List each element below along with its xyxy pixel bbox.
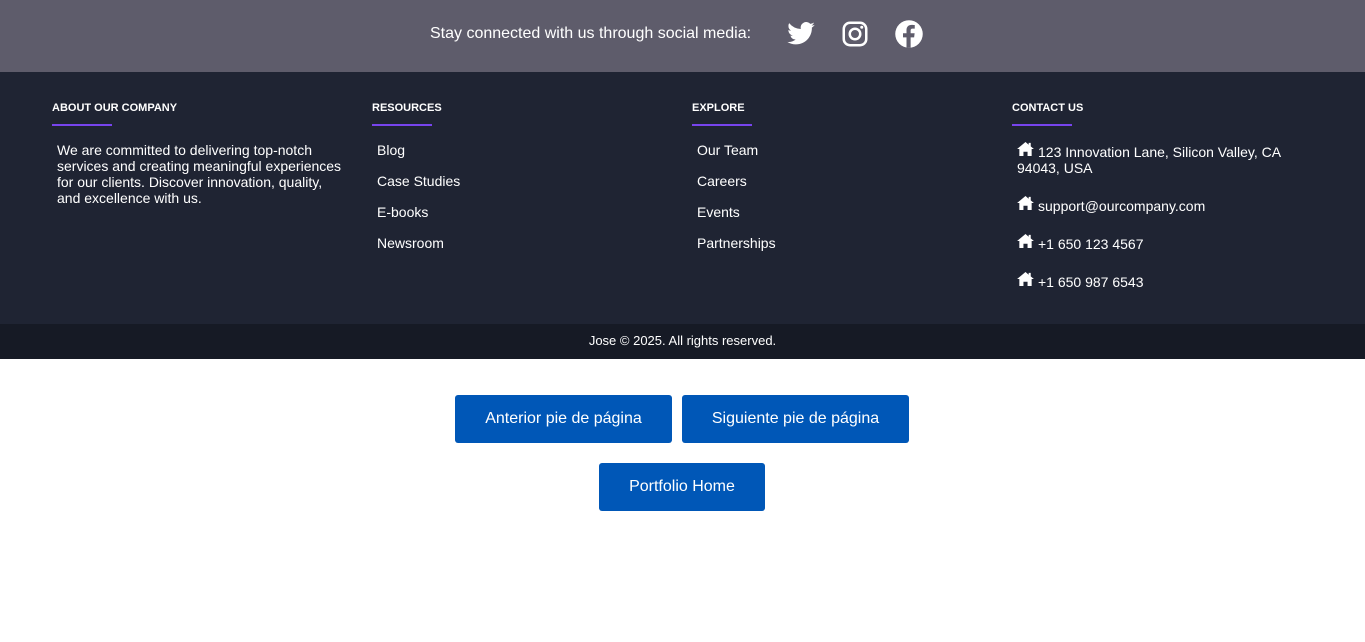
copyright-bar: Jose © 2025. All rights reserved. xyxy=(0,324,1365,359)
resources-underline xyxy=(372,124,432,126)
explore-link-careers[interactable]: Careers xyxy=(697,173,747,189)
explore-link-our-team[interactable]: Our Team xyxy=(697,142,758,158)
contact-phone-2-text: +1 650 987 6543 xyxy=(1038,274,1144,290)
resources-link-newsroom[interactable]: Newsroom xyxy=(377,235,444,251)
social-text: Stay connected with us through social me… xyxy=(430,25,752,42)
explore-link-partnerships[interactable]: Partnerships xyxy=(697,235,776,251)
twitter-icon[interactable] xyxy=(786,19,816,49)
contact-phone-1: +1 650 123 4567 xyxy=(1017,234,1307,252)
footer: ABOUT OUR COMPANY We are committed to de… xyxy=(0,72,1365,324)
contact-phone-1-text: +1 650 123 4567 xyxy=(1038,236,1144,252)
contact-email-text: support@ourcompany.com xyxy=(1038,198,1206,214)
about-title: ABOUT OUR COMPANY xyxy=(52,102,178,114)
contact-title: CONTACT US xyxy=(1012,102,1084,114)
home-icon xyxy=(1017,272,1034,286)
about-text: We are committed to delivering top-notch… xyxy=(57,142,342,206)
contact-underline xyxy=(1012,124,1072,126)
contact-address-text: 123 Innovation Lane, Silicon Valley, CA … xyxy=(1017,144,1281,176)
home-icon xyxy=(1017,234,1034,248)
contact-phone-2: +1 650 987 6543 xyxy=(1017,272,1307,290)
previous-footer-button[interactable]: Anterior pie de página xyxy=(455,395,672,443)
resources-title: RESOURCES xyxy=(372,102,442,114)
facebook-icon[interactable] xyxy=(894,19,924,49)
next-footer-button[interactable]: Siguiente pie de página xyxy=(682,395,909,443)
contact-email: support@ourcompany.com xyxy=(1017,196,1307,214)
resources-link-ebooks[interactable]: E-books xyxy=(377,204,428,220)
portfolio-home-button[interactable]: Portfolio Home xyxy=(599,463,765,511)
instagram-icon[interactable] xyxy=(840,19,870,49)
explore-title: EXPLORE xyxy=(692,102,745,114)
home-icon xyxy=(1017,142,1034,156)
explore-link-events[interactable]: Events xyxy=(697,204,740,220)
resources-link-case-studies[interactable]: Case Studies xyxy=(377,173,460,189)
about-underline xyxy=(52,124,112,126)
social-bar: Stay connected with us through social me… xyxy=(0,0,1365,72)
explore-underline xyxy=(692,124,752,126)
home-icon xyxy=(1017,196,1034,210)
resources-link-blog[interactable]: Blog xyxy=(377,142,405,158)
contact-address: 123 Innovation Lane, Silicon Valley, CA … xyxy=(1017,142,1307,176)
copyright-text: Jose © 2025. All rights reserved. xyxy=(588,333,777,348)
